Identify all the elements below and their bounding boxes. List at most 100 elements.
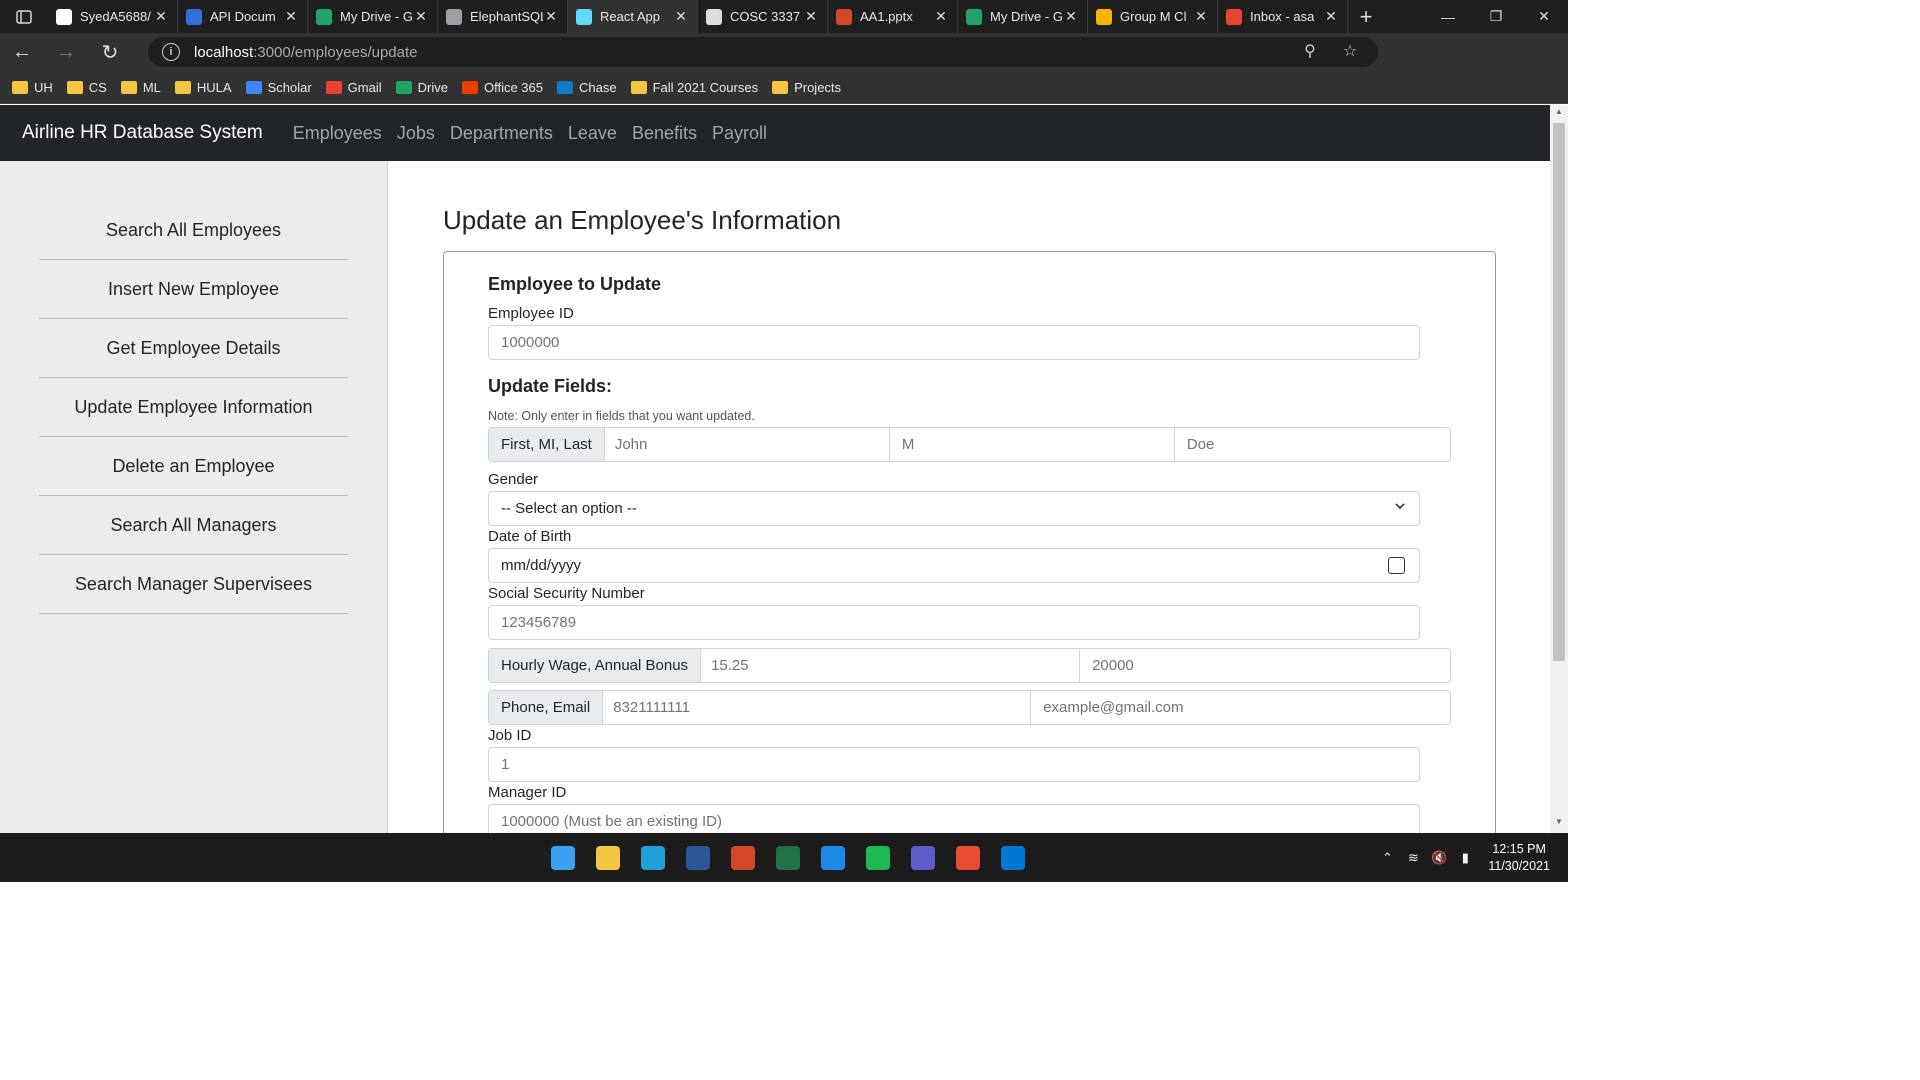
close-tab-icon[interactable]: ✕ xyxy=(283,8,299,25)
chevron-up-icon[interactable]: ⌃ xyxy=(1374,850,1400,866)
scroll-up-icon[interactable]: ▲ xyxy=(1550,107,1568,121)
page-scrollbar[interactable]: ▲ ▼ xyxy=(1550,105,1568,833)
browser-tab[interactable]: API Docum ✕ xyxy=(178,0,308,33)
network-app-icon[interactable] xyxy=(810,833,855,882)
job-id-label: Job ID xyxy=(488,727,532,744)
bookmark-item[interactable]: HULA xyxy=(174,80,232,95)
annual-bonus-input[interactable]: 20000 xyxy=(1080,648,1451,683)
sidebar-item-update-employee-information[interactable]: Update Employee Information xyxy=(39,378,348,437)
refresh-icon[interactable]: ↻ xyxy=(88,33,132,71)
bookmark-item[interactable]: UH xyxy=(12,80,53,95)
sidebar-item-search-manager-supervisees[interactable]: Search Manager Supervisees xyxy=(39,555,348,614)
teams-icon[interactable] xyxy=(900,833,945,882)
close-tab-icon[interactable]: ✕ xyxy=(153,8,169,25)
nav-link-employees[interactable]: Employees xyxy=(293,123,382,144)
phone-input[interactable]: 8321111111 xyxy=(603,690,1032,725)
url-field[interactable]: i localhost:3000/employees/update ⚲ ☆ xyxy=(148,37,1378,67)
browser-tab[interactable]: SyedA5688/✕ xyxy=(48,0,178,33)
close-tab-icon[interactable]: ✕ xyxy=(1193,8,1209,25)
browser-tab[interactable]: My Drive - G ✕ xyxy=(958,0,1088,33)
middle-initial-input[interactable]: M xyxy=(889,427,1175,462)
forward-icon[interactable]: → xyxy=(44,33,88,71)
hourly-wage-input[interactable]: 15.25 xyxy=(701,648,1081,683)
close-tab-icon[interactable]: ✕ xyxy=(803,8,819,25)
browser-tab[interactable]: React App ✕ xyxy=(568,0,698,33)
scholar-icon xyxy=(245,80,262,94)
close-tab-icon[interactable]: ✕ xyxy=(673,8,689,25)
close-tab-icon[interactable]: ✕ xyxy=(933,8,949,25)
bookmark-item[interactable]: Scholar xyxy=(245,80,312,95)
gender-select[interactable]: -- Select an option -- xyxy=(488,491,1420,526)
github-icon xyxy=(56,8,72,25)
excel-icon-glyph xyxy=(775,845,800,870)
email-input[interactable]: example@gmail.com xyxy=(1031,690,1451,725)
sidebar-item-delete-an-employee[interactable]: Delete an Employee xyxy=(39,437,348,496)
bookmark-item[interactable]: Office 365 xyxy=(461,80,543,95)
git-icon[interactable] xyxy=(945,833,990,882)
tab-actions-icon[interactable] xyxy=(0,0,48,33)
ssn-input[interactable]: 123456789 xyxy=(488,605,1420,640)
nav-link-departments[interactable]: Departments xyxy=(450,123,553,144)
add-favorite-icon[interactable]: ☆ xyxy=(1330,41,1370,61)
bookmark-item[interactable]: CS xyxy=(66,80,107,95)
sidebar-item-insert-new-employee[interactable]: Insert New Employee xyxy=(39,260,348,319)
close-window-icon[interactable]: ✕ xyxy=(1520,0,1568,33)
name-addon: First, MI, Last xyxy=(488,427,605,462)
first-name-input[interactable]: John xyxy=(604,427,890,462)
scrollbar-thumb[interactable] xyxy=(1553,123,1565,661)
browser-tab[interactable]: Inbox - asa ✕ xyxy=(1218,0,1348,33)
clock[interactable]: 12:15 PM 11/30/2021 xyxy=(1488,841,1550,875)
back-icon[interactable]: ← xyxy=(0,33,44,71)
folder-icon xyxy=(66,80,83,94)
ssn-label: Social Security Number xyxy=(488,585,645,602)
close-tab-icon[interactable]: ✕ xyxy=(543,8,559,25)
volume-muted-icon[interactable]: 🔇 xyxy=(1426,850,1452,866)
browser-tab-label: Inbox - asa xyxy=(1250,9,1315,24)
excel-icon[interactable] xyxy=(765,833,810,882)
bookmark-item[interactable]: ML xyxy=(120,80,161,95)
bookmark-item[interactable]: Fall 2021 Courses xyxy=(630,80,758,95)
last-name-input[interactable]: Doe xyxy=(1174,427,1451,462)
new-tab-icon[interactable]: + xyxy=(1348,4,1384,30)
close-tab-icon[interactable]: ✕ xyxy=(413,8,429,25)
job-id-input[interactable]: 1 xyxy=(488,747,1420,782)
word-icon[interactable] xyxy=(675,833,720,882)
spotify-icon[interactable] xyxy=(855,833,900,882)
powerpoint-icon[interactable] xyxy=(720,833,765,882)
sidebar-item-get-employee-details[interactable]: Get Employee Details xyxy=(39,319,348,378)
bookmark-item[interactable]: Projects xyxy=(772,80,841,95)
employee-id-input[interactable]: 1000000 xyxy=(488,325,1420,360)
dob-input[interactable]: mm/dd/yyyy xyxy=(488,548,1420,583)
vscode-icon[interactable] xyxy=(990,833,1035,882)
nav-link-benefits[interactable]: Benefits xyxy=(632,123,697,144)
elephant-icon xyxy=(446,8,462,25)
close-tab-icon[interactable]: ✕ xyxy=(1323,8,1339,25)
restore-icon[interactable]: ❐ xyxy=(1472,0,1520,33)
minimize-icon[interactable]: — xyxy=(1424,0,1472,33)
browser-tab[interactable]: COSC 3337 ✕ xyxy=(698,0,828,33)
nav-link-leave[interactable]: Leave xyxy=(568,123,617,144)
zoom-icon[interactable]: ⚲ xyxy=(1290,41,1330,61)
browser-tab[interactable]: AA1.pptx ✕ xyxy=(828,0,958,33)
bookmark-item[interactable]: Gmail xyxy=(325,80,382,95)
nav-link-jobs[interactable]: Jobs xyxy=(397,123,435,144)
site-info-icon[interactable]: i xyxy=(162,43,180,61)
nav-link-payroll[interactable]: Payroll xyxy=(712,123,767,144)
windows-start-icon[interactable] xyxy=(540,833,585,882)
bookmark-item[interactable]: Drive xyxy=(395,80,448,95)
battery-icon[interactable]: ▮ xyxy=(1452,850,1478,866)
manager-id-input[interactable]: 1000000 (Must be an existing ID) xyxy=(488,804,1420,833)
navbar-brand[interactable]: Airline HR Database System xyxy=(22,122,263,144)
browser-tab[interactable]: My Drive - G ✕ xyxy=(308,0,438,33)
file-explorer-icon[interactable] xyxy=(585,833,630,882)
calendar-icon[interactable] xyxy=(1388,557,1405,574)
bookmark-item[interactable]: Chase xyxy=(557,80,617,95)
sidebar-item-search-all-employees[interactable]: Search All Employees xyxy=(39,201,348,260)
edge-icon[interactable] xyxy=(630,833,675,882)
scroll-down-icon[interactable]: ▼ xyxy=(1550,817,1568,831)
close-tab-icon[interactable]: ✕ xyxy=(1063,8,1079,25)
wifi-icon[interactable]: ≋ xyxy=(1400,850,1426,866)
browser-tab[interactable]: Group M Cl ✕ xyxy=(1088,0,1218,33)
sidebar-item-search-all-managers[interactable]: Search All Managers xyxy=(39,496,348,555)
browser-tab[interactable]: ElephantSQL ✕ xyxy=(438,0,568,33)
